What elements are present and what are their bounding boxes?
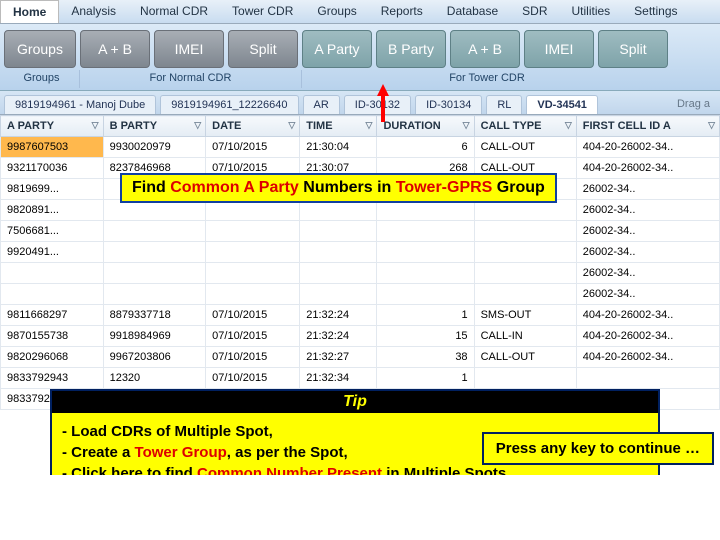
document-tabs: 9819194961 - Manoj Dube9819194961_122266… bbox=[0, 91, 720, 115]
menu-home[interactable]: Home bbox=[0, 0, 59, 23]
menubar: HomeAnalysisNormal CDRTower CDRGroupsRep… bbox=[0, 0, 720, 24]
ribbon-section-for-tower-cdr: For Tower CDR bbox=[302, 70, 672, 88]
cdr-table: A PARTY▽B PARTY▽DATE▽TIME▽DURATION▽CALL … bbox=[0, 115, 720, 410]
filter-icon[interactable]: ▽ bbox=[565, 120, 572, 131]
ribbon-section-for-normal-cdr: For Normal CDR bbox=[80, 70, 302, 88]
table-row[interactable]: 9820296068996720380607/10/201521:32:2738… bbox=[1, 347, 720, 368]
filter-icon[interactable]: ▽ bbox=[194, 120, 201, 131]
tab-4[interactable]: ID-30134 bbox=[415, 95, 482, 114]
ribbon-btn-0-groups[interactable]: Groups bbox=[4, 30, 76, 68]
col-time[interactable]: TIME▽ bbox=[300, 116, 377, 137]
menu-settings[interactable]: Settings bbox=[622, 0, 689, 23]
ribbon-section-labels: GroupsFor Normal CDRFor Tower CDR bbox=[4, 70, 716, 88]
ribbon-btn-3-split[interactable]: Split bbox=[228, 30, 298, 68]
filter-icon[interactable]: ▽ bbox=[288, 120, 295, 131]
col-b-party[interactable]: B PARTY▽ bbox=[103, 116, 206, 137]
col-date[interactable]: DATE▽ bbox=[206, 116, 300, 137]
col-a-party[interactable]: A PARTY▽ bbox=[1, 116, 104, 137]
ribbon-btn-1-a-b[interactable]: A + B bbox=[80, 30, 150, 68]
table-row[interactable]: 26002-34.. bbox=[1, 263, 720, 284]
table-row[interactable]: 26002-34.. bbox=[1, 284, 720, 305]
drag-hint: Drag a bbox=[671, 95, 716, 114]
ribbon-btn-4-a-party[interactable]: A Party bbox=[302, 30, 372, 68]
tab-1[interactable]: 9819194961_12226640 bbox=[160, 95, 298, 114]
menu-sdr[interactable]: SDR bbox=[510, 0, 559, 23]
tab-5[interactable]: RL bbox=[486, 95, 522, 114]
menu-tower-cdr[interactable]: Tower CDR bbox=[220, 0, 305, 23]
menu-reports[interactable]: Reports bbox=[369, 0, 435, 23]
callout-find-common: Find Common A Party Numbers in Tower-GPR… bbox=[120, 173, 557, 203]
table-row[interactable]: 9920491...26002-34.. bbox=[1, 242, 720, 263]
tip-heading: Tip bbox=[52, 391, 658, 413]
col-call-type[interactable]: CALL TYPE▽ bbox=[474, 116, 576, 137]
filter-icon[interactable]: ▽ bbox=[92, 120, 99, 131]
ribbon-btn-7-imei[interactable]: IMEI bbox=[524, 30, 594, 68]
ribbon: GroupsA + BIMEISplitA PartyB PartyA + BI… bbox=[0, 24, 720, 91]
ribbon-btn-8-split[interactable]: Split bbox=[598, 30, 668, 68]
table-row[interactable]: 98337929431232007/10/201521:32:341 bbox=[1, 368, 720, 389]
menu-database[interactable]: Database bbox=[435, 0, 510, 23]
red-arrow-indicator bbox=[377, 84, 389, 122]
table-row[interactable]: 9987607503993002097907/10/201521:30:046C… bbox=[1, 137, 720, 158]
filter-icon[interactable]: ▽ bbox=[463, 120, 470, 131]
table-row[interactable]: 9811668297887933771807/10/201521:32:241S… bbox=[1, 305, 720, 326]
menu-groups[interactable]: Groups bbox=[305, 0, 368, 23]
menu-normal-cdr[interactable]: Normal CDR bbox=[128, 0, 220, 23]
ribbon-btn-5-b-party[interactable]: B Party bbox=[376, 30, 446, 68]
table-row[interactable]: 9870155738991898496907/10/201521:32:2415… bbox=[1, 326, 720, 347]
tab-0[interactable]: 9819194961 - Manoj Dube bbox=[4, 95, 156, 114]
table-row[interactable]: 7506681...26002-34.. bbox=[1, 221, 720, 242]
col-duration[interactable]: DURATION▽ bbox=[377, 116, 474, 137]
menu-utilities[interactable]: Utilities bbox=[560, 0, 623, 23]
tab-2[interactable]: AR bbox=[303, 95, 340, 114]
filter-icon[interactable]: ▽ bbox=[366, 120, 373, 131]
menu-analysis[interactable]: Analysis bbox=[59, 0, 128, 23]
ribbon-section-groups: Groups bbox=[4, 70, 80, 88]
data-grid-container: A PARTY▽B PARTY▽DATE▽TIME▽DURATION▽CALL … bbox=[0, 115, 720, 475]
continue-prompt[interactable]: Press any key to continue … bbox=[482, 432, 714, 465]
tab-6[interactable]: VD-34541 bbox=[526, 95, 598, 114]
col-first-cell-id-a[interactable]: FIRST CELL ID A▽ bbox=[576, 116, 719, 137]
ribbon-btn-6-a-b[interactable]: A + B bbox=[450, 30, 520, 68]
ribbon-buttons: GroupsA + BIMEISplitA PartyB PartyA + BI… bbox=[4, 30, 716, 68]
filter-icon[interactable]: ▽ bbox=[708, 120, 715, 131]
header-row: A PARTY▽B PARTY▽DATE▽TIME▽DURATION▽CALL … bbox=[1, 116, 720, 137]
ribbon-btn-2-imei[interactable]: IMEI bbox=[154, 30, 224, 68]
